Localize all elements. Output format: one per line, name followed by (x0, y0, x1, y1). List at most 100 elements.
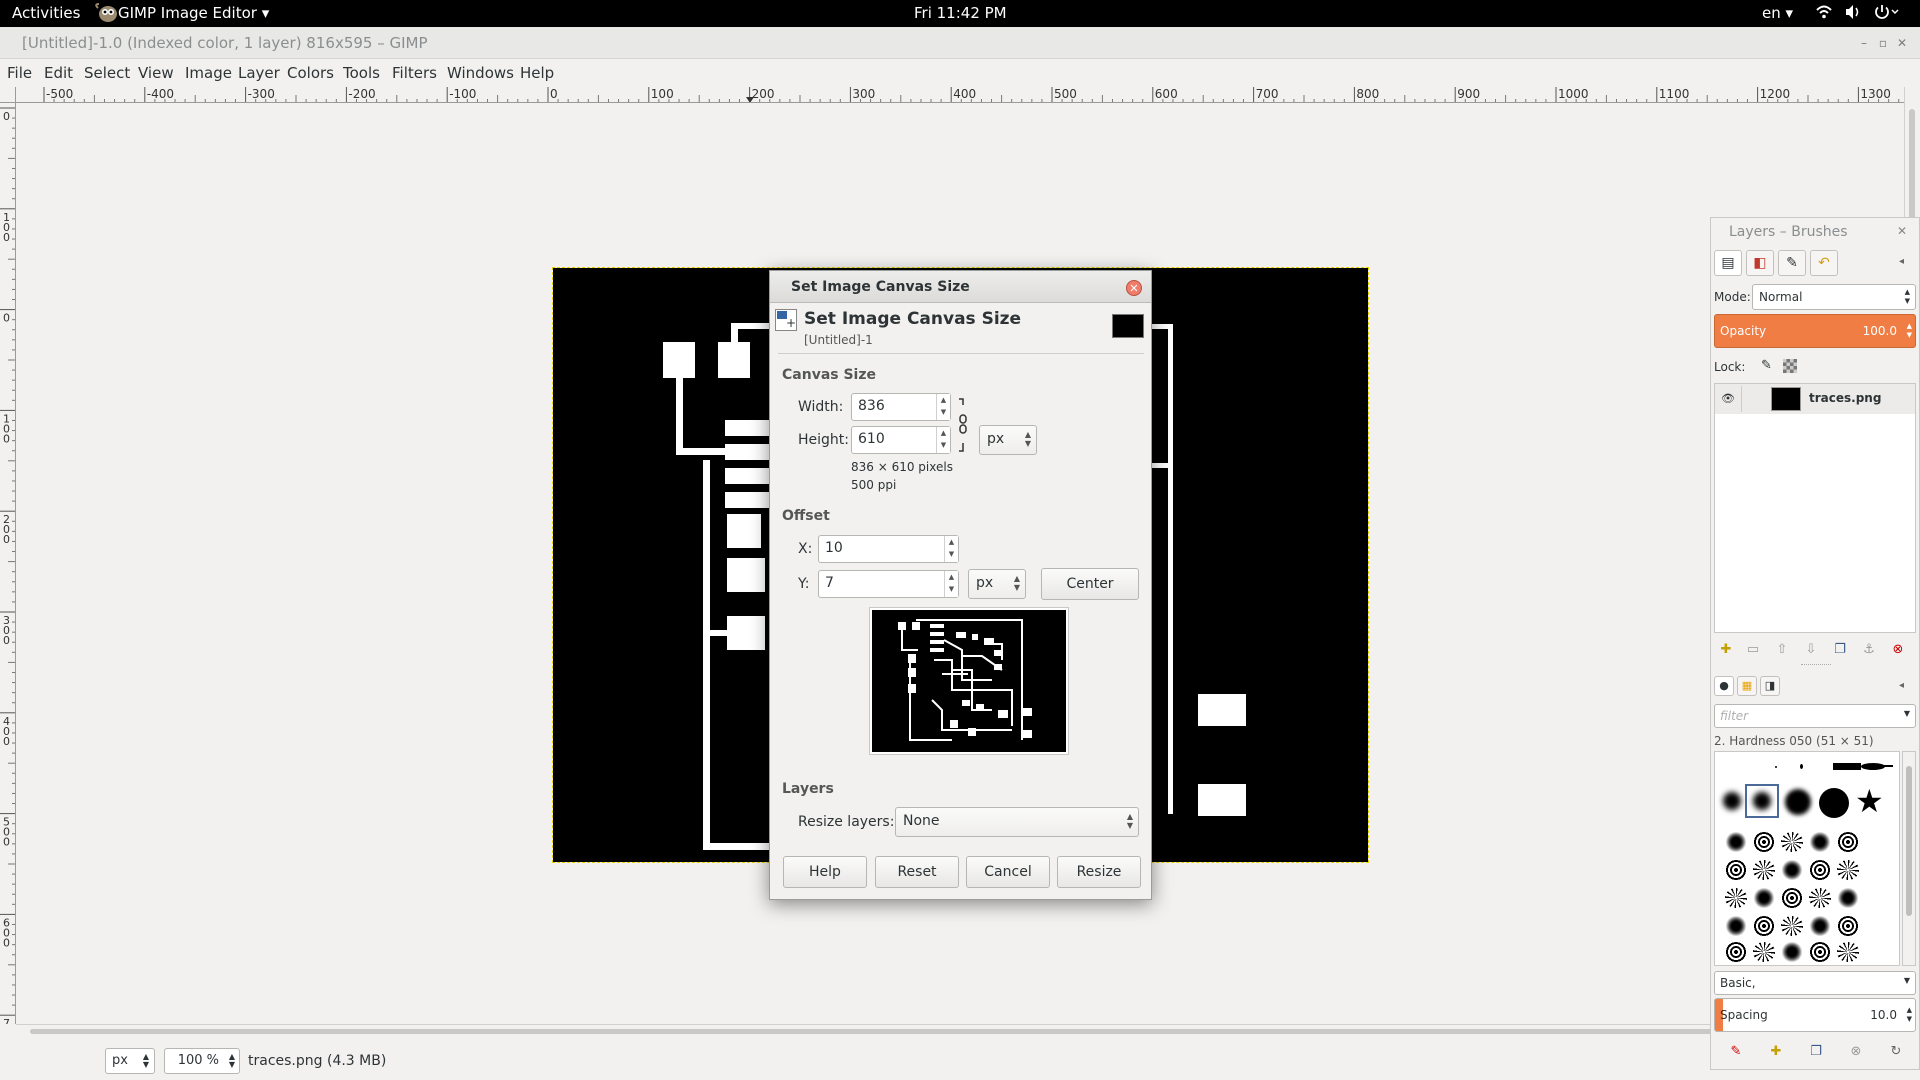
brush-swatch[interactable] (1725, 916, 1747, 936)
dock-close-icon[interactable]: ✕ (1897, 224, 1907, 238)
size-unit-select[interactable]: px ▲ ▼ (979, 425, 1037, 455)
menu-view[interactable]: View (138, 64, 174, 82)
brush-swatch[interactable] (1809, 916, 1831, 936)
tab-undo[interactable]: ↶ (1810, 250, 1838, 276)
menu-select[interactable]: Select (84, 64, 130, 82)
clock[interactable]: Fri 11:42 PM (914, 4, 1007, 22)
brush-swatch[interactable] (1809, 860, 1831, 880)
brush-swatch[interactable] (1809, 832, 1831, 852)
brush-swatch[interactable] (1723, 792, 1741, 810)
spin-arrows-icon[interactable]: ▲ ▼ (944, 536, 958, 562)
brush-swatch[interactable] (1781, 860, 1803, 880)
menu-windows[interactable]: Windows (447, 64, 514, 82)
spin-arrows-icon[interactable]: ▲ ▼ (936, 427, 950, 453)
tab-brushes[interactable]: ● (1714, 676, 1734, 696)
ruler-corner[interactable] (0, 87, 16, 103)
menu-help[interactable]: Help (520, 64, 554, 82)
tab-gradients[interactable]: ◨ (1760, 676, 1780, 696)
tab-layers[interactable]: ▤ (1714, 250, 1742, 276)
tab-channels[interactable]: ◧ (1746, 250, 1774, 276)
mode-select[interactable]: Normal ▲ ▼ (1752, 284, 1916, 310)
brush-swatch[interactable] (1800, 764, 1803, 769)
spin-arrows-icon[interactable]: ▲ ▼ (944, 571, 958, 597)
power-icon[interactable] (1874, 4, 1900, 24)
resize-button[interactable]: Resize (1057, 856, 1141, 888)
height-field[interactable]: 610 ▲ ▼ (851, 426, 951, 454)
brush-swatch[interactable] (1837, 832, 1859, 852)
layer-name[interactable]: traces.png (1809, 391, 1881, 405)
app-menu[interactable]: GIMP Image Editor ▾ (118, 4, 269, 22)
vertical-ruler[interactable]: 01000100200300400500600700 (0, 103, 16, 1024)
lower-layer-icon[interactable]: ⇩ (1802, 641, 1820, 659)
menu-image[interactable]: Image (185, 64, 232, 82)
brush-swatch[interactable] (1725, 832, 1747, 852)
brush-grid-scrollbar[interactable] (1902, 751, 1916, 966)
offset-x-field[interactable]: 10 ▲ ▼ (818, 535, 959, 563)
raise-layer-icon[interactable]: ⇧ (1773, 641, 1791, 659)
chain-link-icon[interactable] (957, 397, 969, 453)
star-brush-icon[interactable]: ★ (1855, 782, 1884, 820)
horizontal-scrollbar[interactable] (16, 1024, 1904, 1038)
resize-layers-select[interactable]: None ▲ ▼ (895, 807, 1139, 837)
brush-grid[interactable]: ★ (1714, 751, 1900, 966)
brush-swatch[interactable] (1837, 916, 1859, 936)
delete-layer-icon[interactable]: ⊗ (1889, 641, 1907, 659)
brush-swatch[interactable] (1725, 860, 1747, 880)
center-button[interactable]: Center (1041, 568, 1139, 600)
brush-swatch[interactable] (1833, 763, 1861, 770)
help-button[interactable]: Help (783, 856, 867, 888)
duplicate-layer-icon[interactable]: ❐ (1831, 641, 1849, 659)
menu-edit[interactable]: Edit (44, 64, 73, 82)
offset-y-field[interactable]: 7 ▲ ▼ (818, 570, 959, 598)
close-icon[interactable]: ✕ (1895, 36, 1909, 50)
brush-swatch[interactable] (1785, 789, 1811, 815)
menu-filters[interactable]: Filters (392, 64, 437, 82)
brush-swatch-selected[interactable] (1745, 784, 1779, 818)
menu-tools[interactable]: Tools (343, 64, 380, 82)
brush-swatch[interactable] (1781, 942, 1803, 962)
brush-swatch[interactable] (1837, 888, 1859, 908)
layers-list[interactable]: 👁 traces.png (1714, 383, 1916, 633)
anchor-layer-icon[interactable]: ⚓ (1860, 641, 1878, 659)
menu-file[interactable]: File (7, 64, 32, 82)
spacing-slider[interactable]: Spacing 10.0 ▲ ▼ (1714, 998, 1916, 1032)
brush-swatch[interactable] (1809, 888, 1831, 908)
menu-colors[interactable]: Colors (287, 64, 334, 82)
brush-swatch[interactable] (1837, 942, 1859, 962)
brush-scroll-thumb[interactable] (1906, 766, 1912, 916)
volume-icon[interactable] (1844, 4, 1862, 24)
opacity-slider[interactable]: Opacity 100.0 ▲ ▼ (1714, 314, 1916, 348)
new-brush-icon[interactable]: ✚ (1767, 1043, 1785, 1061)
brush-swatch[interactable] (1725, 888, 1747, 908)
brush-swatch[interactable] (1753, 942, 1775, 962)
duplicate-brush-icon[interactable]: ❐ (1807, 1043, 1825, 1061)
lock-pixels-icon[interactable]: ✎ (1761, 358, 1772, 373)
brush-swatch[interactable] (1837, 860, 1859, 880)
brush-swatch[interactable] (1781, 832, 1803, 852)
brush-swatch[interactable] (1781, 916, 1803, 936)
brush-swatch[interactable] (1753, 888, 1775, 908)
tab-patterns[interactable]: ▦ (1737, 676, 1757, 696)
zoom-selector[interactable]: 100 % ▲ ▼ (164, 1048, 240, 1074)
edit-brush-icon[interactable]: ✎ (1727, 1043, 1745, 1061)
width-field[interactable]: 836 ▲ ▼ (851, 393, 951, 421)
visibility-eye-icon[interactable]: 👁 (1721, 392, 1735, 405)
chain-slot[interactable] (1741, 386, 1742, 412)
unit-selector[interactable]: px ▲ ▼ (105, 1048, 155, 1074)
minimize-icon[interactable]: – (1857, 36, 1871, 50)
dock-menu-icon[interactable]: ◂ (1899, 256, 1904, 267)
spin-arrows-icon[interactable]: ▲ ▼ (936, 394, 950, 420)
dialog-close-icon[interactable]: ✕ (1126, 280, 1142, 296)
brush-swatch[interactable] (1819, 788, 1849, 818)
brush-tag-input[interactable]: Basic, ▼ (1714, 971, 1916, 995)
lock-alpha-icon[interactable] (1783, 359, 1797, 373)
horizontal-scroll-thumb[interactable] (30, 1029, 1890, 1034)
brush-swatch[interactable] (1865, 765, 1893, 767)
offset-preview-image[interactable] (872, 610, 1066, 752)
layer-row[interactable]: 👁 traces.png (1715, 384, 1915, 414)
language-selector[interactable]: en ▾ (1762, 4, 1793, 22)
brush-swatch[interactable] (1753, 832, 1775, 852)
wifi-icon[interactable] (1816, 4, 1832, 24)
brush-swatch[interactable] (1753, 860, 1775, 880)
brush-filter-input[interactable]: filter ▼ (1714, 704, 1916, 728)
